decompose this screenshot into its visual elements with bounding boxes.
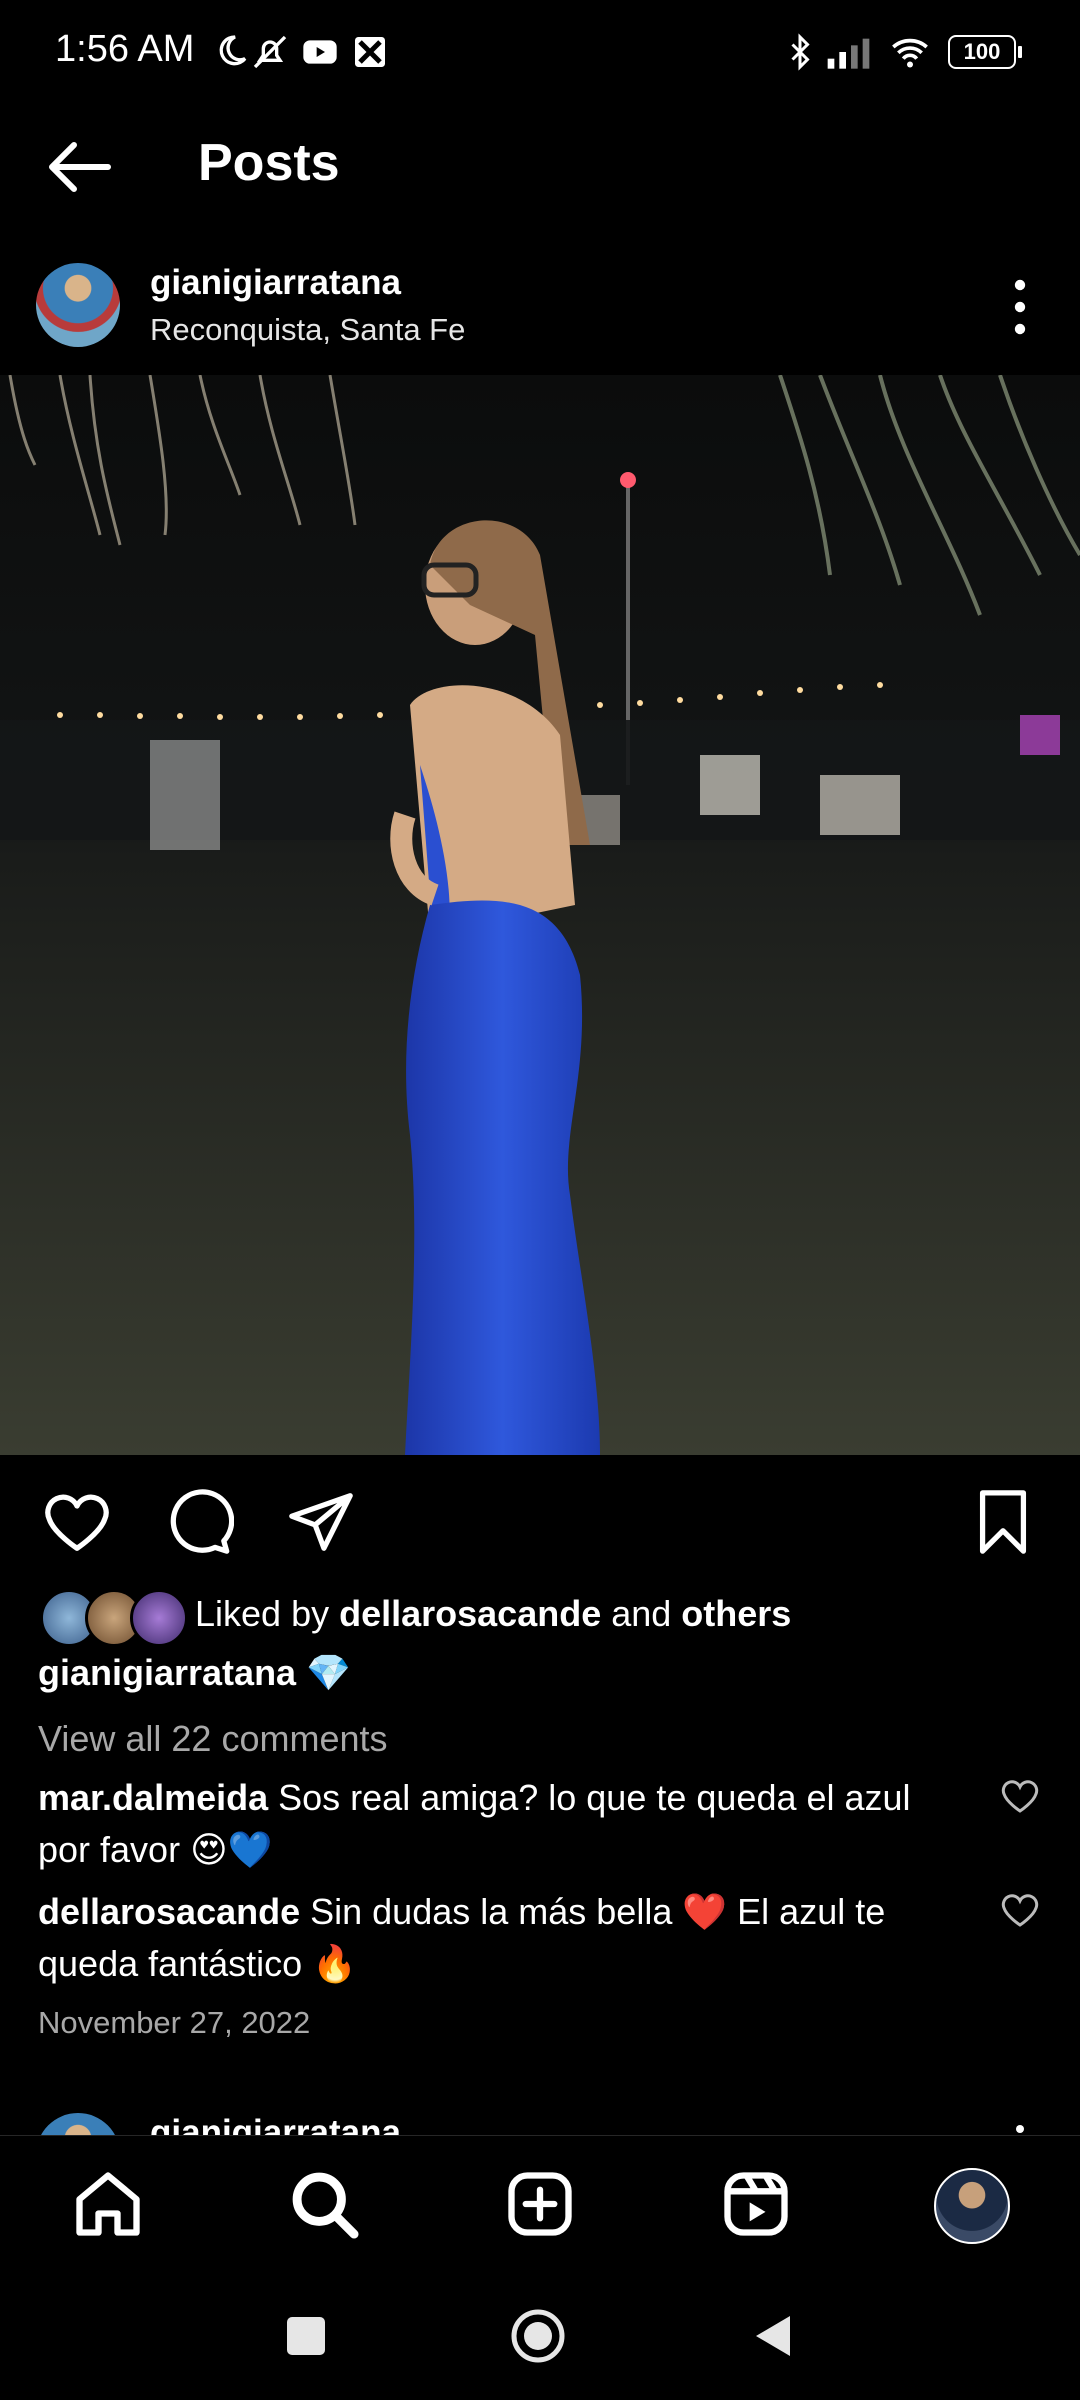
- reels-icon[interactable]: [718, 2166, 794, 2242]
- comment-username[interactable]: dellarosacande: [38, 1891, 300, 1932]
- caption-emoji: 💎: [306, 1652, 351, 1693]
- bell-off-icon: [250, 30, 290, 74]
- battery-level: 100: [948, 35, 1016, 69]
- more-vertical-icon[interactable]: [1016, 2125, 1024, 2133]
- heart-icon[interactable]: [1000, 1890, 1040, 1930]
- signal-icon: [826, 30, 876, 74]
- next-post-peek: gianigiarratana: [0, 2105, 1080, 2135]
- author-avatar[interactable]: [36, 2113, 120, 2135]
- liked-by-text: Liked by dellarosacande and others: [195, 1593, 791, 1635]
- liked-others[interactable]: others: [681, 1593, 791, 1634]
- author-username[interactable]: gianigiarratana: [150, 2113, 401, 2135]
- author-username[interactable]: gianigiarratana: [150, 263, 401, 303]
- post-image[interactable]: [0, 375, 1080, 1455]
- profile-avatar[interactable]: [934, 2168, 1010, 2244]
- liked-prefix: Liked by: [195, 1593, 340, 1634]
- liked-mid: and: [601, 1593, 682, 1634]
- post-date: November 27, 2022: [38, 2005, 311, 2040]
- status-bar: 1:56 AM 100: [0, 0, 1080, 105]
- author-avatar[interactable]: [36, 263, 120, 347]
- battery-indicator: 100: [948, 30, 1022, 74]
- arrow-left-icon[interactable]: [40, 127, 120, 207]
- back-triangle-icon[interactable]: [750, 2312, 796, 2360]
- bluetooth-icon: [782, 30, 818, 74]
- system-navigation-bar: [0, 2270, 1080, 2400]
- comment-item: dellarosacande Sin dudas la más bella ❤️…: [38, 1886, 938, 1990]
- post-actions: [0, 1455, 1080, 1585]
- app-notification-icon: [350, 30, 390, 74]
- caption-username[interactable]: gianigiarratana: [38, 1652, 296, 1693]
- status-time: 1:56 AM: [55, 28, 195, 70]
- heart-icon[interactable]: [42, 1487, 112, 1557]
- post-location[interactable]: Reconquista, Santa Fe: [150, 312, 465, 348]
- liker-avatar: [130, 1589, 188, 1647]
- moon-icon: [210, 30, 250, 74]
- comment-username[interactable]: mar.dalmeida: [38, 1777, 268, 1818]
- youtube-icon: [300, 30, 340, 74]
- view-all-comments-link[interactable]: View all 22 comments: [38, 1718, 388, 1760]
- likes-summary[interactable]: Liked by dellarosacande and others: [0, 1585, 1080, 1647]
- heart-icon[interactable]: [1000, 1776, 1040, 1816]
- post-header: gianigiarratana Reconquista, Santa Fe: [0, 255, 1080, 375]
- bookmark-icon[interactable]: [968, 1487, 1038, 1557]
- post-caption: gianigiarratana 💎: [38, 1652, 351, 1694]
- wifi-icon: [886, 30, 934, 74]
- home-circle-icon[interactable]: [510, 2308, 566, 2364]
- search-icon[interactable]: [286, 2166, 362, 2242]
- comment-icon[interactable]: [164, 1487, 235, 1557]
- recents-icon[interactable]: [287, 2317, 325, 2355]
- send-icon[interactable]: [286, 1487, 356, 1557]
- top-bar: Posts: [0, 105, 1080, 255]
- home-icon[interactable]: [70, 2166, 146, 2242]
- bottom-nav: [0, 2135, 1080, 2271]
- liked-user[interactable]: dellarosacande: [339, 1593, 601, 1634]
- plus-square-icon[interactable]: [502, 2166, 578, 2242]
- comment-item: mar.dalmeida Sos real amiga? lo que te q…: [38, 1772, 938, 1876]
- more-vertical-icon[interactable]: [1000, 273, 1040, 343]
- page-title: Posts: [198, 134, 340, 192]
